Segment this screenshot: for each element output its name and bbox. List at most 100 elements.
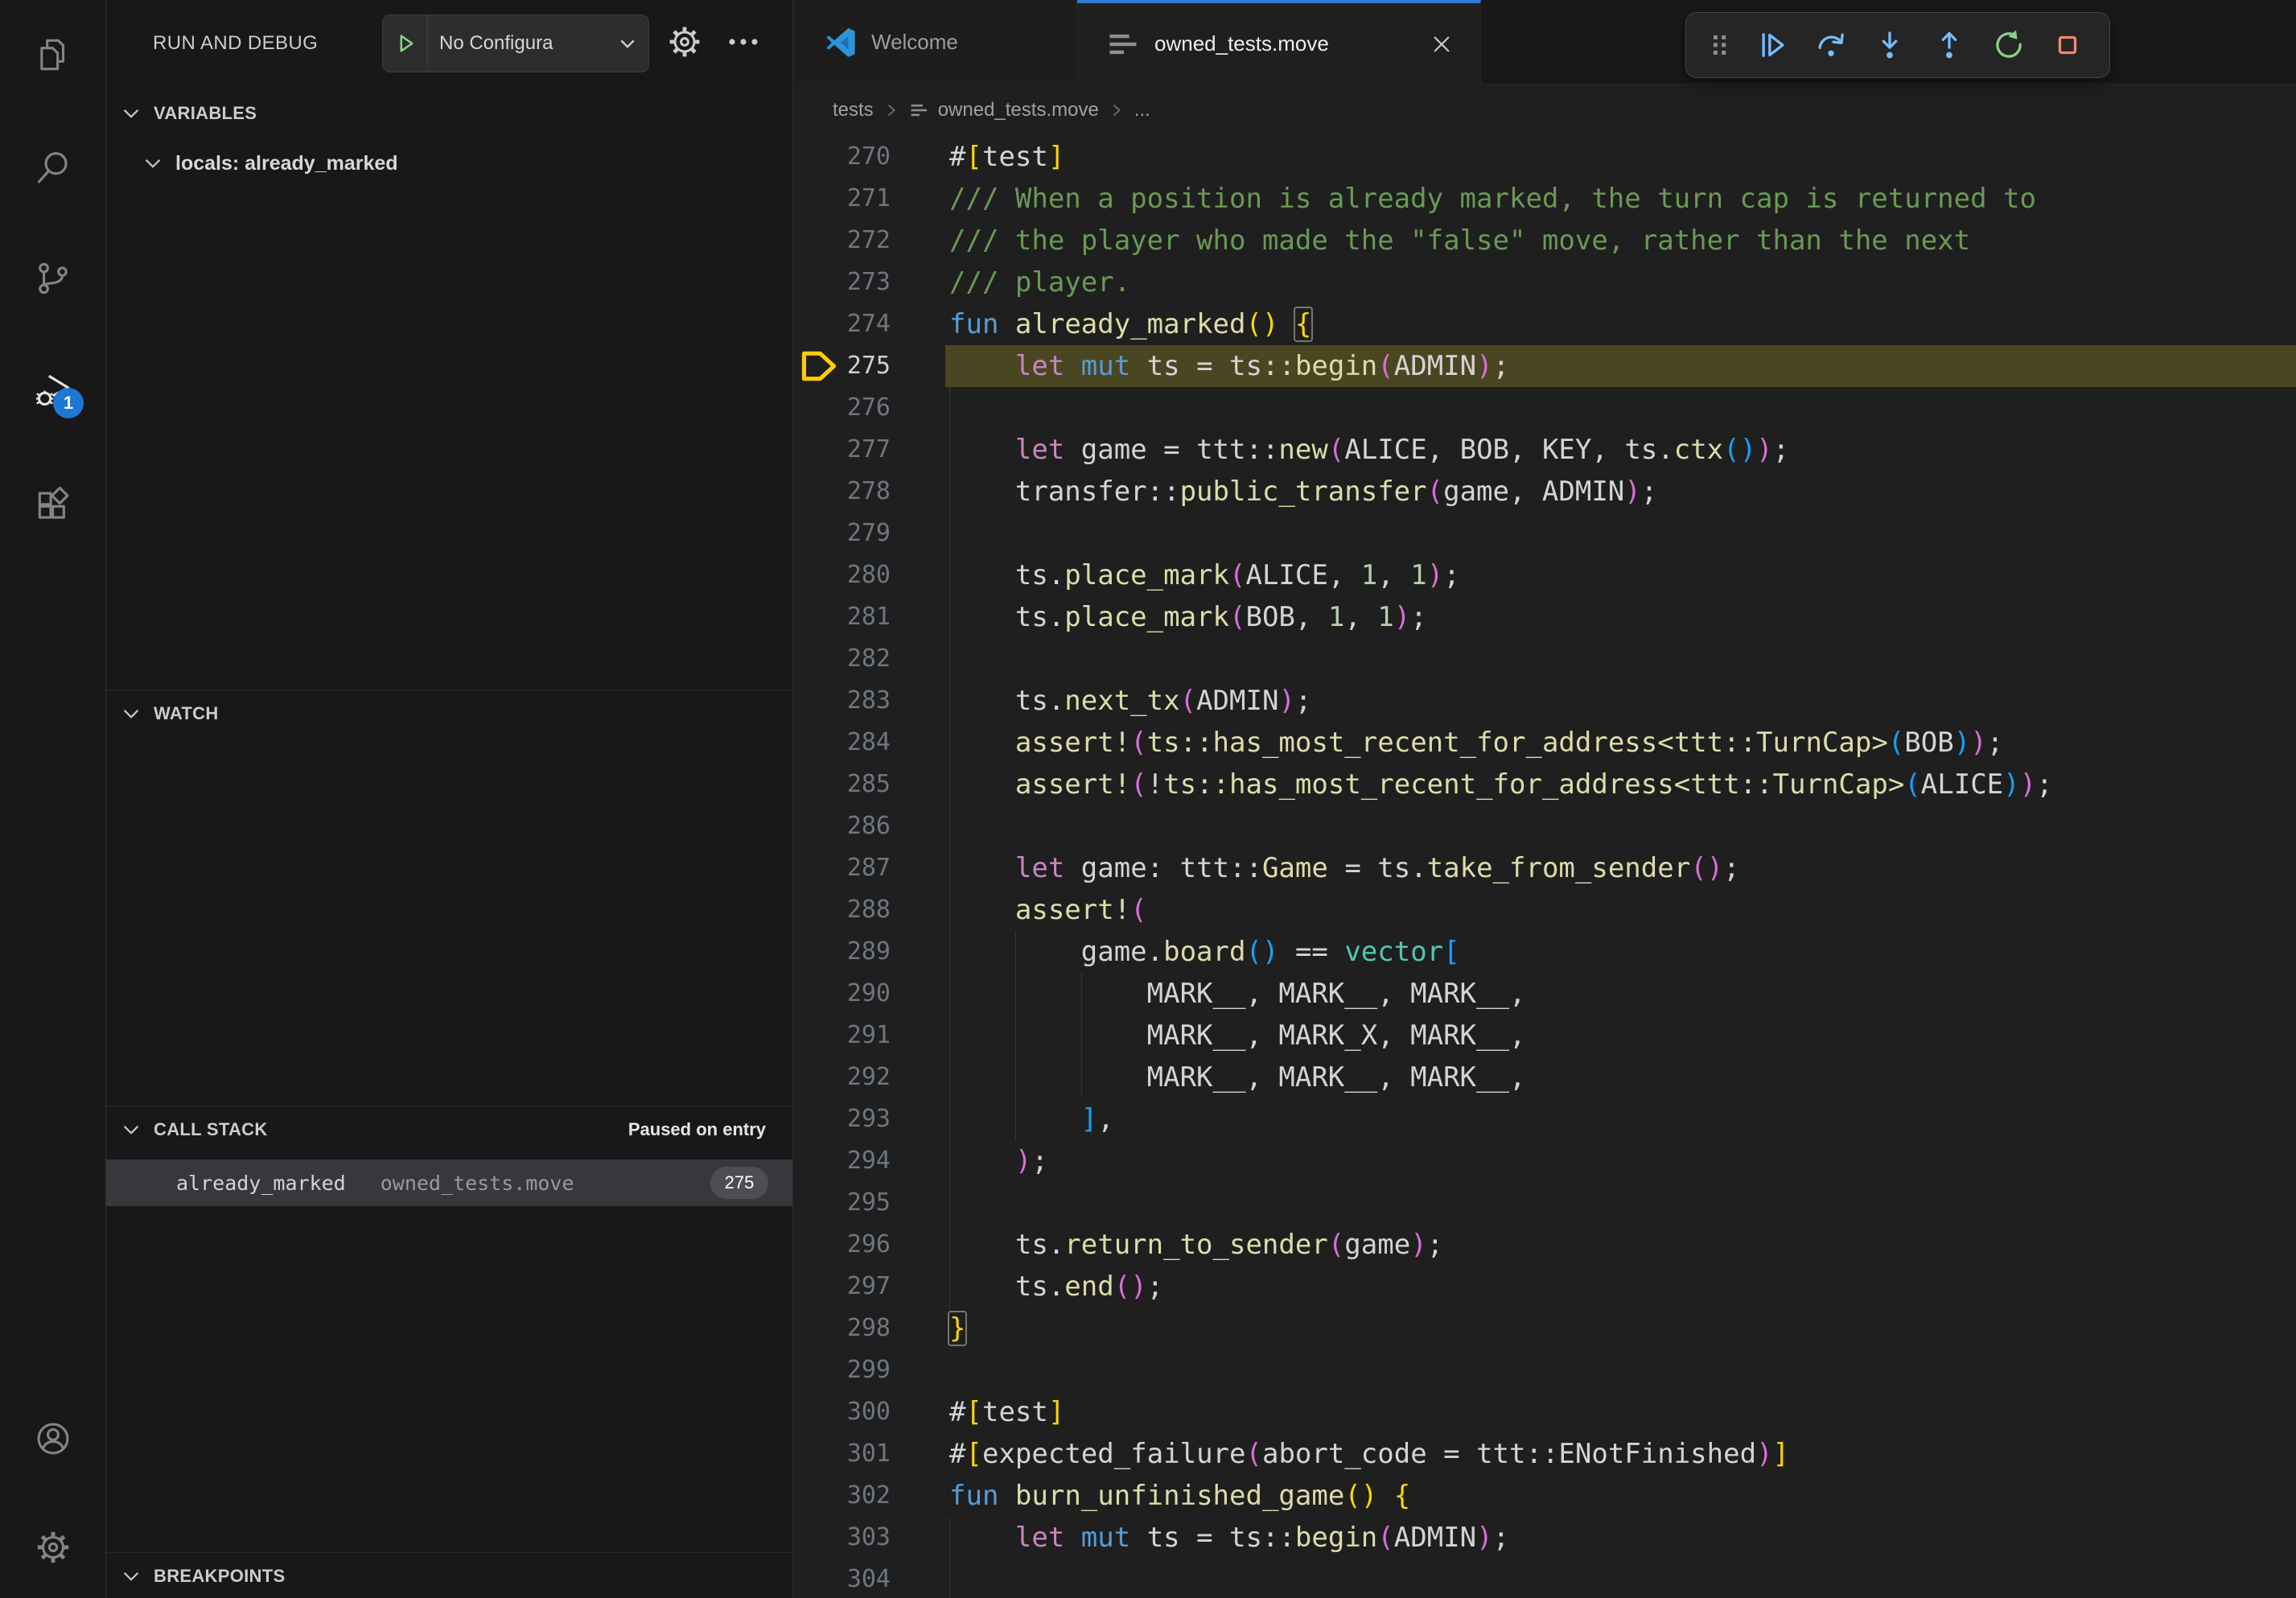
code-text[interactable]: MARK__, MARK_X, MARK__, bbox=[949, 1015, 1525, 1056]
line-number[interactable]: 283 bbox=[826, 680, 891, 722]
call-stack-frame-row[interactable]: already_marked owned_tests.move 275 bbox=[106, 1159, 792, 1206]
code-text[interactable]: fun burn_unfinished_game() { bbox=[949, 1475, 1410, 1517]
line-number[interactable]: 291 bbox=[826, 1015, 891, 1056]
code-text[interactable]: let game: ttt::Game = ts.take_from_sende… bbox=[949, 847, 1740, 889]
activity-item-account[interactable] bbox=[0, 1402, 105, 1479]
code-line[interactable]: 299 bbox=[794, 1349, 2296, 1391]
variables-scope-row[interactable]: locals: already_marked bbox=[106, 138, 792, 188]
code-line[interactable]: 301 #[expected_failure(abort_code = ttt::… bbox=[794, 1433, 2296, 1475]
line-number[interactable]: 296 bbox=[826, 1224, 891, 1266]
debug-settings-button[interactable] bbox=[665, 0, 704, 87]
code-line[interactable]: 279 bbox=[794, 513, 2296, 554]
code-line[interactable]: 275 let mut ts = ts::begin(ADMIN); bbox=[794, 345, 2296, 387]
line-number[interactable]: 288 bbox=[826, 889, 891, 931]
code-line[interactable]: 277 let game = ttt::new(ALICE, BOB, KEY,… bbox=[794, 429, 2296, 471]
code-line[interactable]: 274fun already_marked() { bbox=[794, 303, 2296, 345]
toolbar-drag-handle[interactable] bbox=[1702, 20, 1738, 70]
code-editor[interactable]: 270#[test]271/// When a position is alre… bbox=[794, 136, 2296, 1598]
line-number[interactable]: 280 bbox=[826, 554, 891, 596]
line-number[interactable]: 294 bbox=[826, 1140, 891, 1182]
line-number[interactable]: 275 bbox=[826, 345, 891, 387]
stop-button[interactable] bbox=[2042, 20, 2093, 70]
line-number[interactable]: 278 bbox=[826, 471, 891, 513]
code-line[interactable]: 273/// player. bbox=[794, 262, 2296, 303]
line-number[interactable]: 277 bbox=[826, 429, 891, 471]
line-number[interactable]: 301 bbox=[826, 1433, 891, 1475]
code-text[interactable]: /// the player who made the "false" move… bbox=[949, 220, 1970, 262]
launch-configuration-dropdown[interactable]: No Configura bbox=[382, 14, 649, 72]
code-text[interactable]: assert!(!ts::has_most_recent_for_address… bbox=[949, 764, 2053, 805]
activity-item-run-and-debug[interactable]: 1 bbox=[0, 354, 105, 431]
breadcrumb-item-tests[interactable]: tests bbox=[833, 99, 874, 121]
line-number[interactable]: 279 bbox=[826, 513, 891, 554]
code-text[interactable]: ts.place_mark(BOB, 1, 1); bbox=[949, 596, 1427, 638]
line-number[interactable]: 273 bbox=[826, 262, 891, 303]
code-text[interactable]: game.board() == vector[ bbox=[949, 931, 1460, 973]
line-number[interactable]: 276 bbox=[826, 387, 891, 429]
code-text[interactable]: } bbox=[949, 1308, 965, 1349]
code-text[interactable]: let game = ttt::new(ALICE, BOB, KEY, ts.… bbox=[949, 429, 1789, 471]
line-number[interactable]: 270 bbox=[826, 136, 891, 178]
code-line[interactable]: 281 ts.place_mark(BOB, 1, 1); bbox=[794, 596, 2296, 638]
code-line[interactable]: 304 bbox=[794, 1559, 2296, 1598]
tab-welcome[interactable]: Welcome bbox=[794, 0, 1077, 84]
code-line[interactable]: 295 bbox=[794, 1182, 2296, 1224]
code-line[interactable]: 289 game.board() == vector[ bbox=[794, 931, 2296, 973]
code-line[interactable]: 292 MARK__, MARK__, MARK__, bbox=[794, 1056, 2296, 1098]
code-line[interactable]: 288 assert!( bbox=[794, 889, 2296, 931]
code-text[interactable]: transfer::public_transfer(game, ADMIN); bbox=[949, 471, 1657, 513]
code-line[interactable]: 280 ts.place_mark(ALICE, 1, 1); bbox=[794, 554, 2296, 596]
code-text[interactable]: /// When a position is already marked, t… bbox=[949, 178, 2036, 220]
breakpoints-section-header[interactable]: BREAKPOINTS bbox=[106, 1553, 792, 1598]
line-number[interactable]: 297 bbox=[826, 1266, 891, 1308]
line-number[interactable]: 284 bbox=[826, 722, 891, 764]
code-line[interactable]: 303 let mut ts = ts::begin(ADMIN); bbox=[794, 1517, 2296, 1559]
code-text[interactable]: ts.end(); bbox=[949, 1266, 1163, 1308]
line-number[interactable]: 298 bbox=[826, 1308, 891, 1349]
code-text[interactable]: fun already_marked() { bbox=[949, 303, 1311, 345]
tab-owned-tests-move[interactable]: owned_tests.move bbox=[1077, 0, 1481, 84]
line-number[interactable]: 272 bbox=[826, 220, 891, 262]
code-line[interactable]: 302 fun burn_unfinished_game() { bbox=[794, 1475, 2296, 1517]
line-number[interactable]: 287 bbox=[826, 847, 891, 889]
code-text[interactable]: ts.return_to_sender(game); bbox=[949, 1224, 1443, 1266]
close-icon[interactable] bbox=[1427, 30, 1456, 59]
restart-button[interactable] bbox=[1983, 20, 2035, 70]
code-line[interactable]: 282 bbox=[794, 638, 2296, 680]
code-line[interactable]: 276 bbox=[794, 387, 2296, 429]
code-line[interactable]: 278 transfer::public_transfer(game, ADMI… bbox=[794, 471, 2296, 513]
code-line[interactable]: 297 ts.end(); bbox=[794, 1266, 2296, 1308]
call-stack-section-header[interactable]: CALL STACK Paused on entry bbox=[106, 1106, 792, 1153]
step-over-button[interactable] bbox=[1805, 20, 1857, 70]
line-number[interactable]: 281 bbox=[826, 596, 891, 638]
code-line[interactable]: 291 MARK__, MARK_X, MARK__, bbox=[794, 1015, 2296, 1056]
activity-item-settings[interactable] bbox=[0, 1510, 105, 1588]
line-number[interactable]: 292 bbox=[826, 1056, 891, 1098]
code-line[interactable]: 270#[test] bbox=[794, 136, 2296, 178]
variables-section-header[interactable]: VARIABLES bbox=[106, 90, 792, 137]
activity-item-source-control[interactable] bbox=[0, 241, 105, 319]
line-number[interactable]: 303 bbox=[826, 1517, 891, 1559]
code-line[interactable]: 287 let game: ttt::Game = ts.take_from_s… bbox=[794, 847, 2296, 889]
code-line[interactable]: 300#[test] bbox=[794, 1391, 2296, 1433]
code-line[interactable]: 296 ts.return_to_sender(game); bbox=[794, 1224, 2296, 1266]
code-text[interactable]: #[test] bbox=[949, 1391, 1064, 1433]
code-text[interactable]: ts.place_mark(ALICE, 1, 1); bbox=[949, 554, 1460, 596]
line-number[interactable]: 293 bbox=[826, 1098, 891, 1140]
step-out-button[interactable] bbox=[1924, 20, 1975, 70]
line-number[interactable]: 282 bbox=[826, 638, 891, 680]
breadcrumb-item-symbol[interactable]: ... bbox=[1134, 99, 1150, 121]
code-line[interactable]: 293 ], bbox=[794, 1098, 2296, 1140]
step-into-button[interactable] bbox=[1865, 20, 1916, 70]
code-text[interactable]: let mut ts = ts::begin(ADMIN); bbox=[949, 345, 1509, 387]
line-number[interactable]: 290 bbox=[826, 973, 891, 1015]
start-debug-button[interactable] bbox=[383, 15, 428, 72]
activity-item-extensions[interactable] bbox=[0, 467, 105, 544]
line-number[interactable]: 286 bbox=[826, 805, 891, 847]
line-number[interactable]: 299 bbox=[826, 1349, 891, 1391]
code-line[interactable]: 271 /// When a position is already marked… bbox=[794, 178, 2296, 220]
line-number[interactable]: 302 bbox=[826, 1475, 891, 1517]
line-number[interactable]: 271 bbox=[826, 178, 891, 220]
code-text[interactable]: #[expected_failure(abort_code = ttt::ENo… bbox=[949, 1433, 1789, 1475]
code-line[interactable]: 285 assert!(!ts::has_most_recent_for_add… bbox=[794, 764, 2296, 805]
